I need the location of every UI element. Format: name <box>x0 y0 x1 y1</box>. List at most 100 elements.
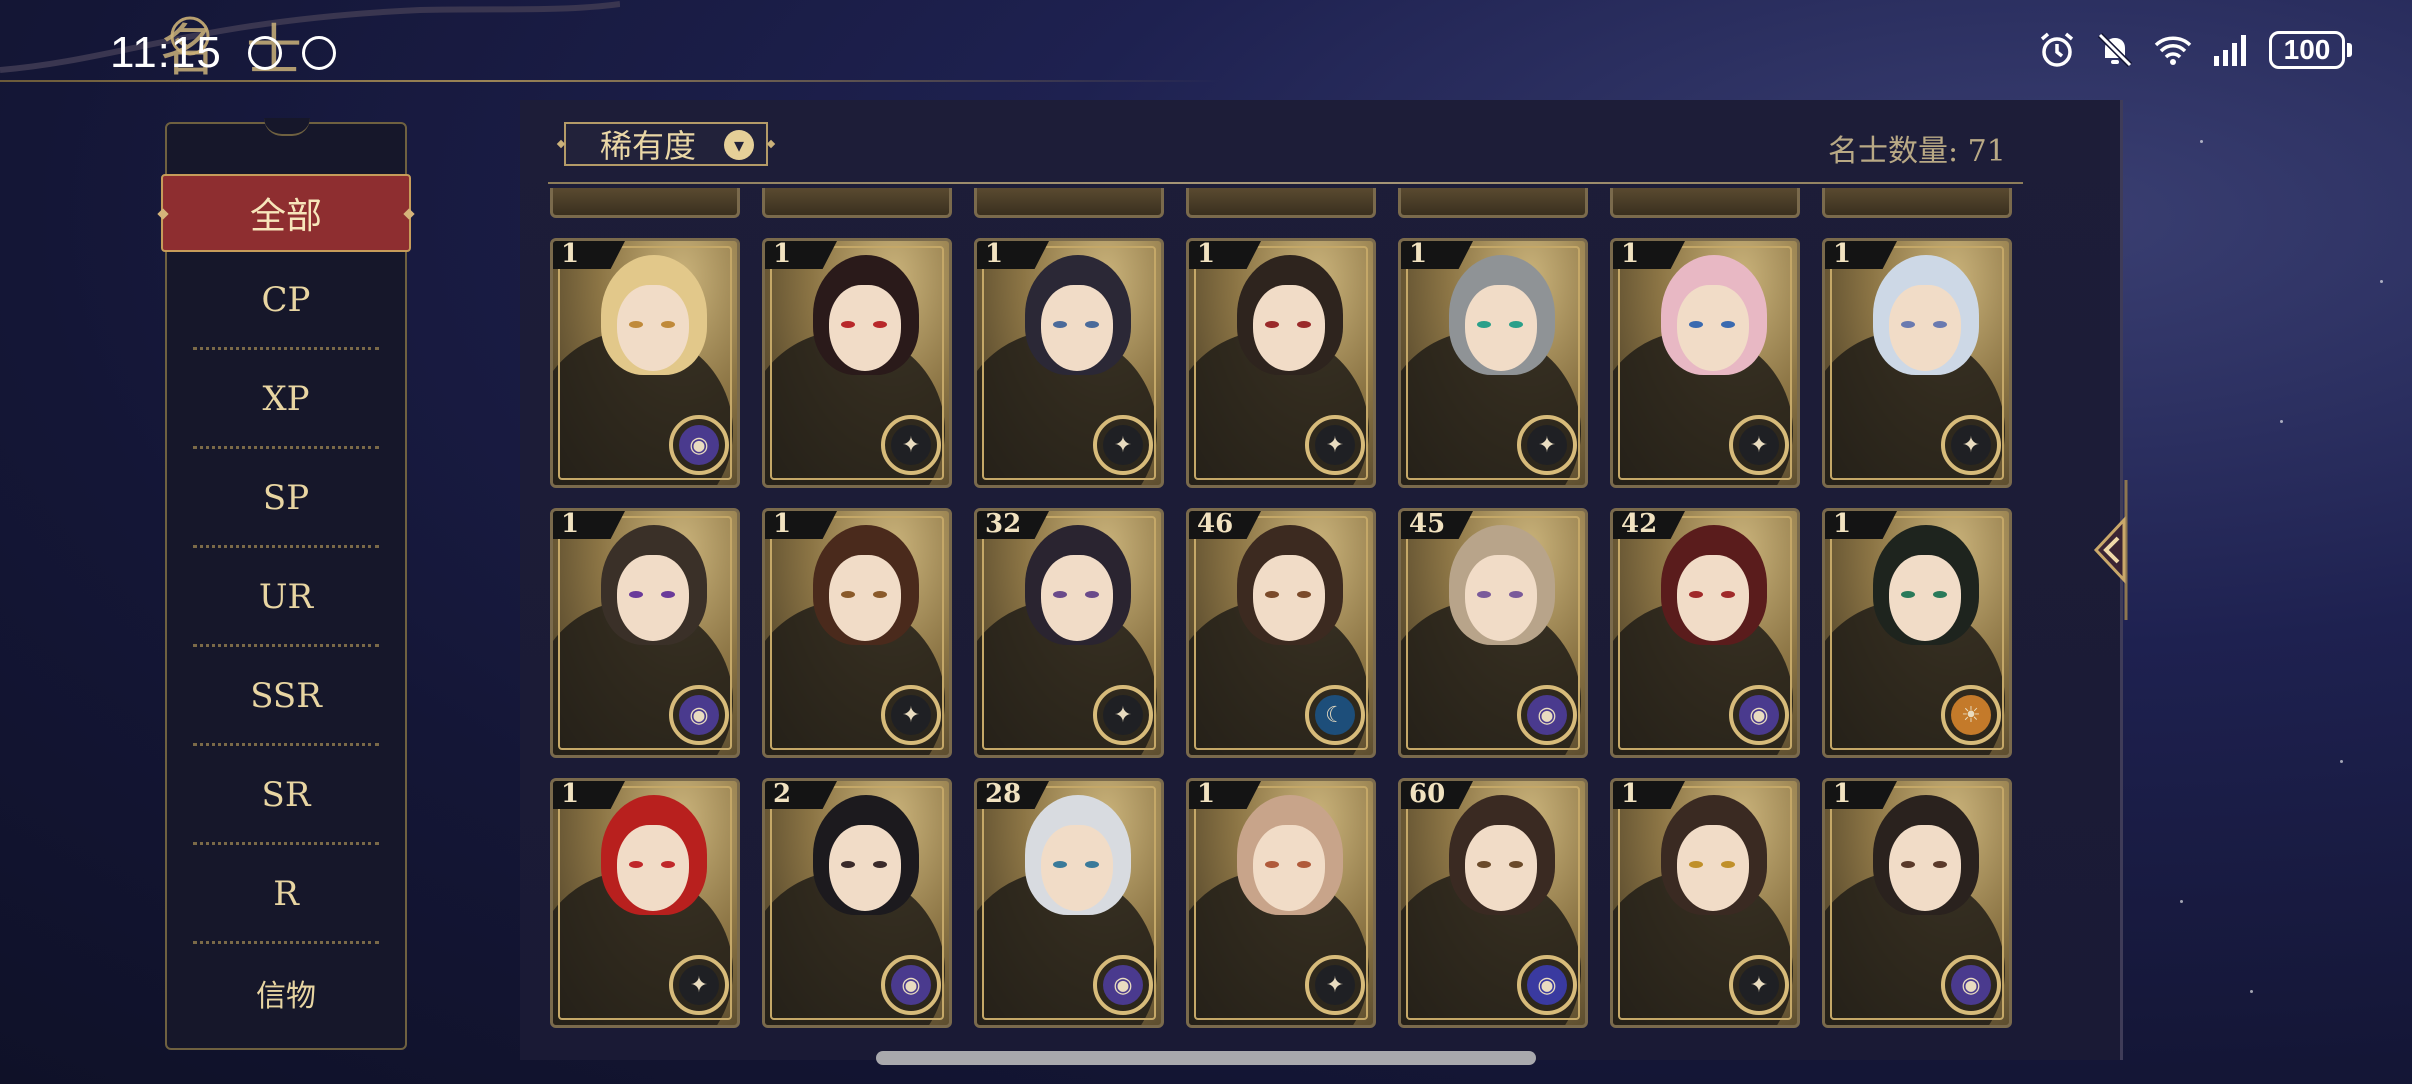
sidebar-item-label: 全部 <box>249 196 322 237</box>
collapse-arrow-icon[interactable] <box>2090 480 2130 620</box>
star <box>2180 900 2183 903</box>
notification-icon <box>302 36 336 70</box>
character-card[interactable]: 28 ◉ <box>974 778 1164 1028</box>
partial-card[interactable] <box>1822 188 2012 218</box>
mute-icon <box>2097 32 2133 68</box>
card-level: 60 <box>1409 779 1446 809</box>
home-indicator[interactable] <box>876 1051 1536 1065</box>
alarm-icon <box>2040 32 2074 67</box>
character-card[interactable]: 1 ✦ <box>1186 238 1376 488</box>
character-card[interactable]: 1 ✦ <box>762 238 952 488</box>
partial-card[interactable] <box>550 188 740 218</box>
card-level: 1 <box>1197 779 1216 809</box>
card-level: 1 <box>1833 509 1852 539</box>
status-icons: 100 <box>2037 30 2352 70</box>
partial-card[interactable] <box>1398 188 1588 218</box>
character-card[interactable]: 1 ◉ <box>550 238 740 488</box>
character-card[interactable]: 42 ◉ <box>1610 508 1800 758</box>
compass-icon: ✦ <box>1103 695 1143 735</box>
compass-icon: ✦ <box>891 425 931 465</box>
element-badge: ✦ <box>1517 415 1577 475</box>
sidebar-item-r[interactable]: R <box>193 846 379 944</box>
element-badge: ✦ <box>1093 685 1153 745</box>
card-level: 1 <box>1409 239 1428 269</box>
element-badge: ✦ <box>1305 955 1365 1015</box>
character-card[interactable]: 2 ◉ <box>762 778 952 1028</box>
star <box>2250 990 2253 993</box>
character-card[interactable]: 60 ◉ <box>1398 778 1588 1028</box>
character-card[interactable]: 46 ☾ <box>1186 508 1376 758</box>
moon-icon: ☾ <box>1315 695 1355 735</box>
category-sidebar: 全部 CP XP SP UR SSR SR R 信物 <box>157 122 415 1050</box>
compass-icon: ✦ <box>891 695 931 735</box>
sidebar-item-all[interactable]: 全部 <box>157 174 415 252</box>
count-divider <box>548 182 2023 184</box>
sidebar-item-sr[interactable]: SR <box>193 747 379 845</box>
sidebar-item-ur[interactable]: UR <box>193 549 379 647</box>
character-card[interactable]: 32 ✦ <box>974 508 1164 758</box>
sidebar-item-label: SSR <box>250 675 322 716</box>
sidebar-item-cp[interactable]: CP <box>193 252 379 350</box>
compass-icon: ✦ <box>1739 425 1779 465</box>
element-badge: ◉ <box>669 685 729 745</box>
sidebar-item-sp[interactable]: SP <box>193 450 379 548</box>
character-card[interactable]: 1 ◉ <box>1822 778 2012 1028</box>
card-level: 1 <box>1621 239 1640 269</box>
sidebar-item-xp[interactable]: XP <box>193 351 379 449</box>
star <box>2380 280 2383 283</box>
planet-icon: ◉ <box>679 425 719 465</box>
sun-icon: ☀ <box>1951 695 1991 735</box>
rarity-filter-button[interactable]: 稀有度 ▾ <box>564 122 768 166</box>
card-level: 28 <box>985 779 1022 809</box>
element-badge: ✦ <box>1093 415 1153 475</box>
sidebar-item-label: 信物 <box>256 979 316 1014</box>
element-badge: ✦ <box>669 955 729 1015</box>
card-level: 1 <box>561 239 580 269</box>
card-level: 1 <box>773 239 792 269</box>
character-card[interactable]: 1 ✦ <box>1822 238 2012 488</box>
sidebar-item-label: SP <box>262 477 310 518</box>
element-badge: ◉ <box>1941 955 2001 1015</box>
element-badge: ✦ <box>881 685 941 745</box>
character-card[interactable]: 1 ✦ <box>762 508 952 758</box>
character-card[interactable]: 1 ✦ <box>1186 778 1376 1028</box>
character-card[interactable]: 1 ☀ <box>1822 508 2012 758</box>
character-card[interactable]: 1 ◉ <box>550 508 740 758</box>
card-level: 1 <box>985 239 1004 269</box>
compass-icon: ✦ <box>1739 965 1779 1005</box>
card-level: 46 <box>1197 509 1234 539</box>
sidebar-item-ssr[interactable]: SSR <box>193 648 379 746</box>
character-card[interactable]: 1 ✦ <box>974 238 1164 488</box>
planet-icon: ◉ <box>891 965 931 1005</box>
element-badge: ✦ <box>1941 415 2001 475</box>
partial-card[interactable] <box>974 188 1164 218</box>
filter-label: 稀有度 <box>600 127 697 165</box>
planet-icon: ◉ <box>679 695 719 735</box>
character-card[interactable]: 45 ◉ <box>1398 508 1588 758</box>
sidebar-item-token[interactable]: 信物 <box>193 944 379 1042</box>
element-badge: ◉ <box>1093 955 1153 1015</box>
compass-icon: ✦ <box>1527 425 1567 465</box>
character-card[interactable]: 1 ✦ <box>1610 238 1800 488</box>
sidebar-item-label: CP <box>261 279 311 320</box>
signal-icon <box>2214 35 2246 66</box>
card-level: 1 <box>1833 779 1852 809</box>
card-level: 42 <box>1621 509 1658 539</box>
star <box>2280 420 2283 423</box>
planet-icon: ◉ <box>1739 695 1779 735</box>
element-badge: ◉ <box>1517 685 1577 745</box>
partial-card[interactable] <box>1186 188 1376 218</box>
partial-card[interactable] <box>762 188 952 218</box>
roster-count: 名士数量: 71 <box>1828 134 2006 169</box>
planet-icon: ◉ <box>1103 965 1143 1005</box>
chevron-down-icon: ▾ <box>724 130 754 160</box>
element-badge: ✦ <box>1729 415 1789 475</box>
card-level: 45 <box>1409 509 1446 539</box>
partial-card[interactable] <box>1610 188 1800 218</box>
card-level: 1 <box>561 509 580 539</box>
status-bar: 11:15 100 <box>0 0 2412 110</box>
ornament-dot <box>157 208 169 220</box>
character-card[interactable]: 1 ✦ <box>550 778 740 1028</box>
character-card[interactable]: 1 ✦ <box>1610 778 1800 1028</box>
character-card[interactable]: 1 ✦ <box>1398 238 1588 488</box>
